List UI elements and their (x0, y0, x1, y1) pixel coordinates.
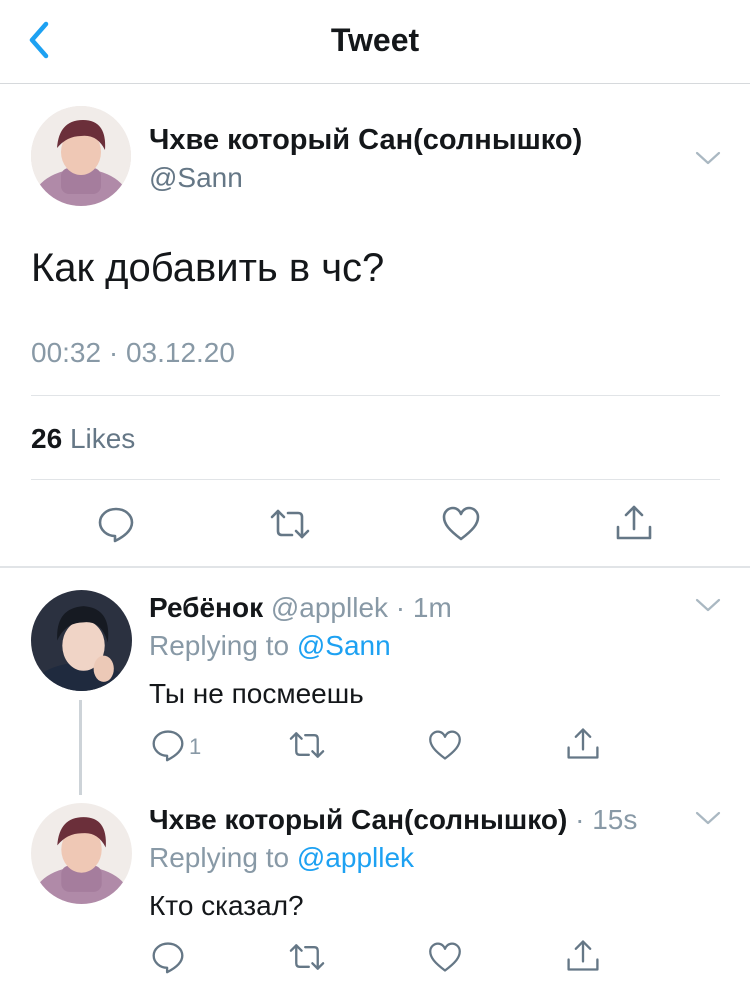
share-icon[interactable] (565, 726, 601, 762)
reply-icon[interactable] (151, 728, 185, 762)
reply-text: Кто сказал? (149, 890, 304, 921)
chevron-down-icon[interactable] (695, 597, 721, 613)
replying-to-label: Replying to (149, 630, 297, 661)
likes-label: Likes (69, 423, 136, 454)
reply-count: 1 (189, 734, 202, 759)
nav-bar: Tweet (0, 0, 750, 84)
reply-author-line: Чхве который Сан(солнышко) · 15s (149, 804, 637, 836)
mention-link[interactable]: @appllek (297, 842, 414, 873)
share-icon[interactable] (565, 938, 601, 974)
replying-to: Replying to @Sann (149, 630, 391, 662)
retweet-icon[interactable] (268, 505, 312, 543)
chevron-down-icon[interactable] (695, 150, 721, 166)
likes-count: 26 (31, 423, 63, 454)
likes-stat[interactable]: 26 Likes (31, 423, 135, 455)
section-divider (0, 566, 750, 568)
divider (31, 395, 720, 396)
retweet-icon[interactable] (287, 940, 327, 974)
replying-to: Replying to @appllek (149, 842, 414, 874)
author-handle-time: @appllek · 1m (270, 592, 452, 623)
heart-icon[interactable] (427, 729, 463, 762)
reply-text: Ты не посмеешь (149, 678, 364, 709)
post-time: · 15s (575, 804, 638, 835)
avatar[interactable] (31, 803, 132, 904)
author-name[interactable]: Ребёнок (149, 592, 263, 623)
replying-to-label: Replying to (149, 842, 297, 873)
divider (31, 479, 720, 480)
reply-icon[interactable] (97, 505, 135, 543)
chevron-down-icon[interactable] (695, 810, 721, 826)
avatar[interactable] (31, 590, 132, 691)
heart-icon[interactable] (441, 505, 481, 543)
heart-icon[interactable] (427, 941, 463, 974)
tweet-timestamp: 00:32 · 03.12.20 (31, 337, 235, 368)
mention-link[interactable]: @Sann (297, 630, 391, 661)
retweet-icon[interactable] (287, 728, 327, 762)
reply-author-line: Ребёнок @appllek · 1m (149, 592, 452, 624)
reply-icon[interactable] (151, 940, 185, 974)
author-name[interactable]: Чхве который Сан(солнышко) (149, 804, 567, 835)
author-name[interactable]: Чхве который Сан(солнышко) (149, 124, 582, 157)
page-title: Tweet (330, 22, 420, 58)
author-handle[interactable]: @Sann (149, 162, 243, 194)
share-icon[interactable] (614, 503, 654, 543)
tweet-text: Как добавить в чс? (31, 246, 385, 290)
thread-line (79, 700, 82, 795)
avatar[interactable] (31, 106, 131, 206)
